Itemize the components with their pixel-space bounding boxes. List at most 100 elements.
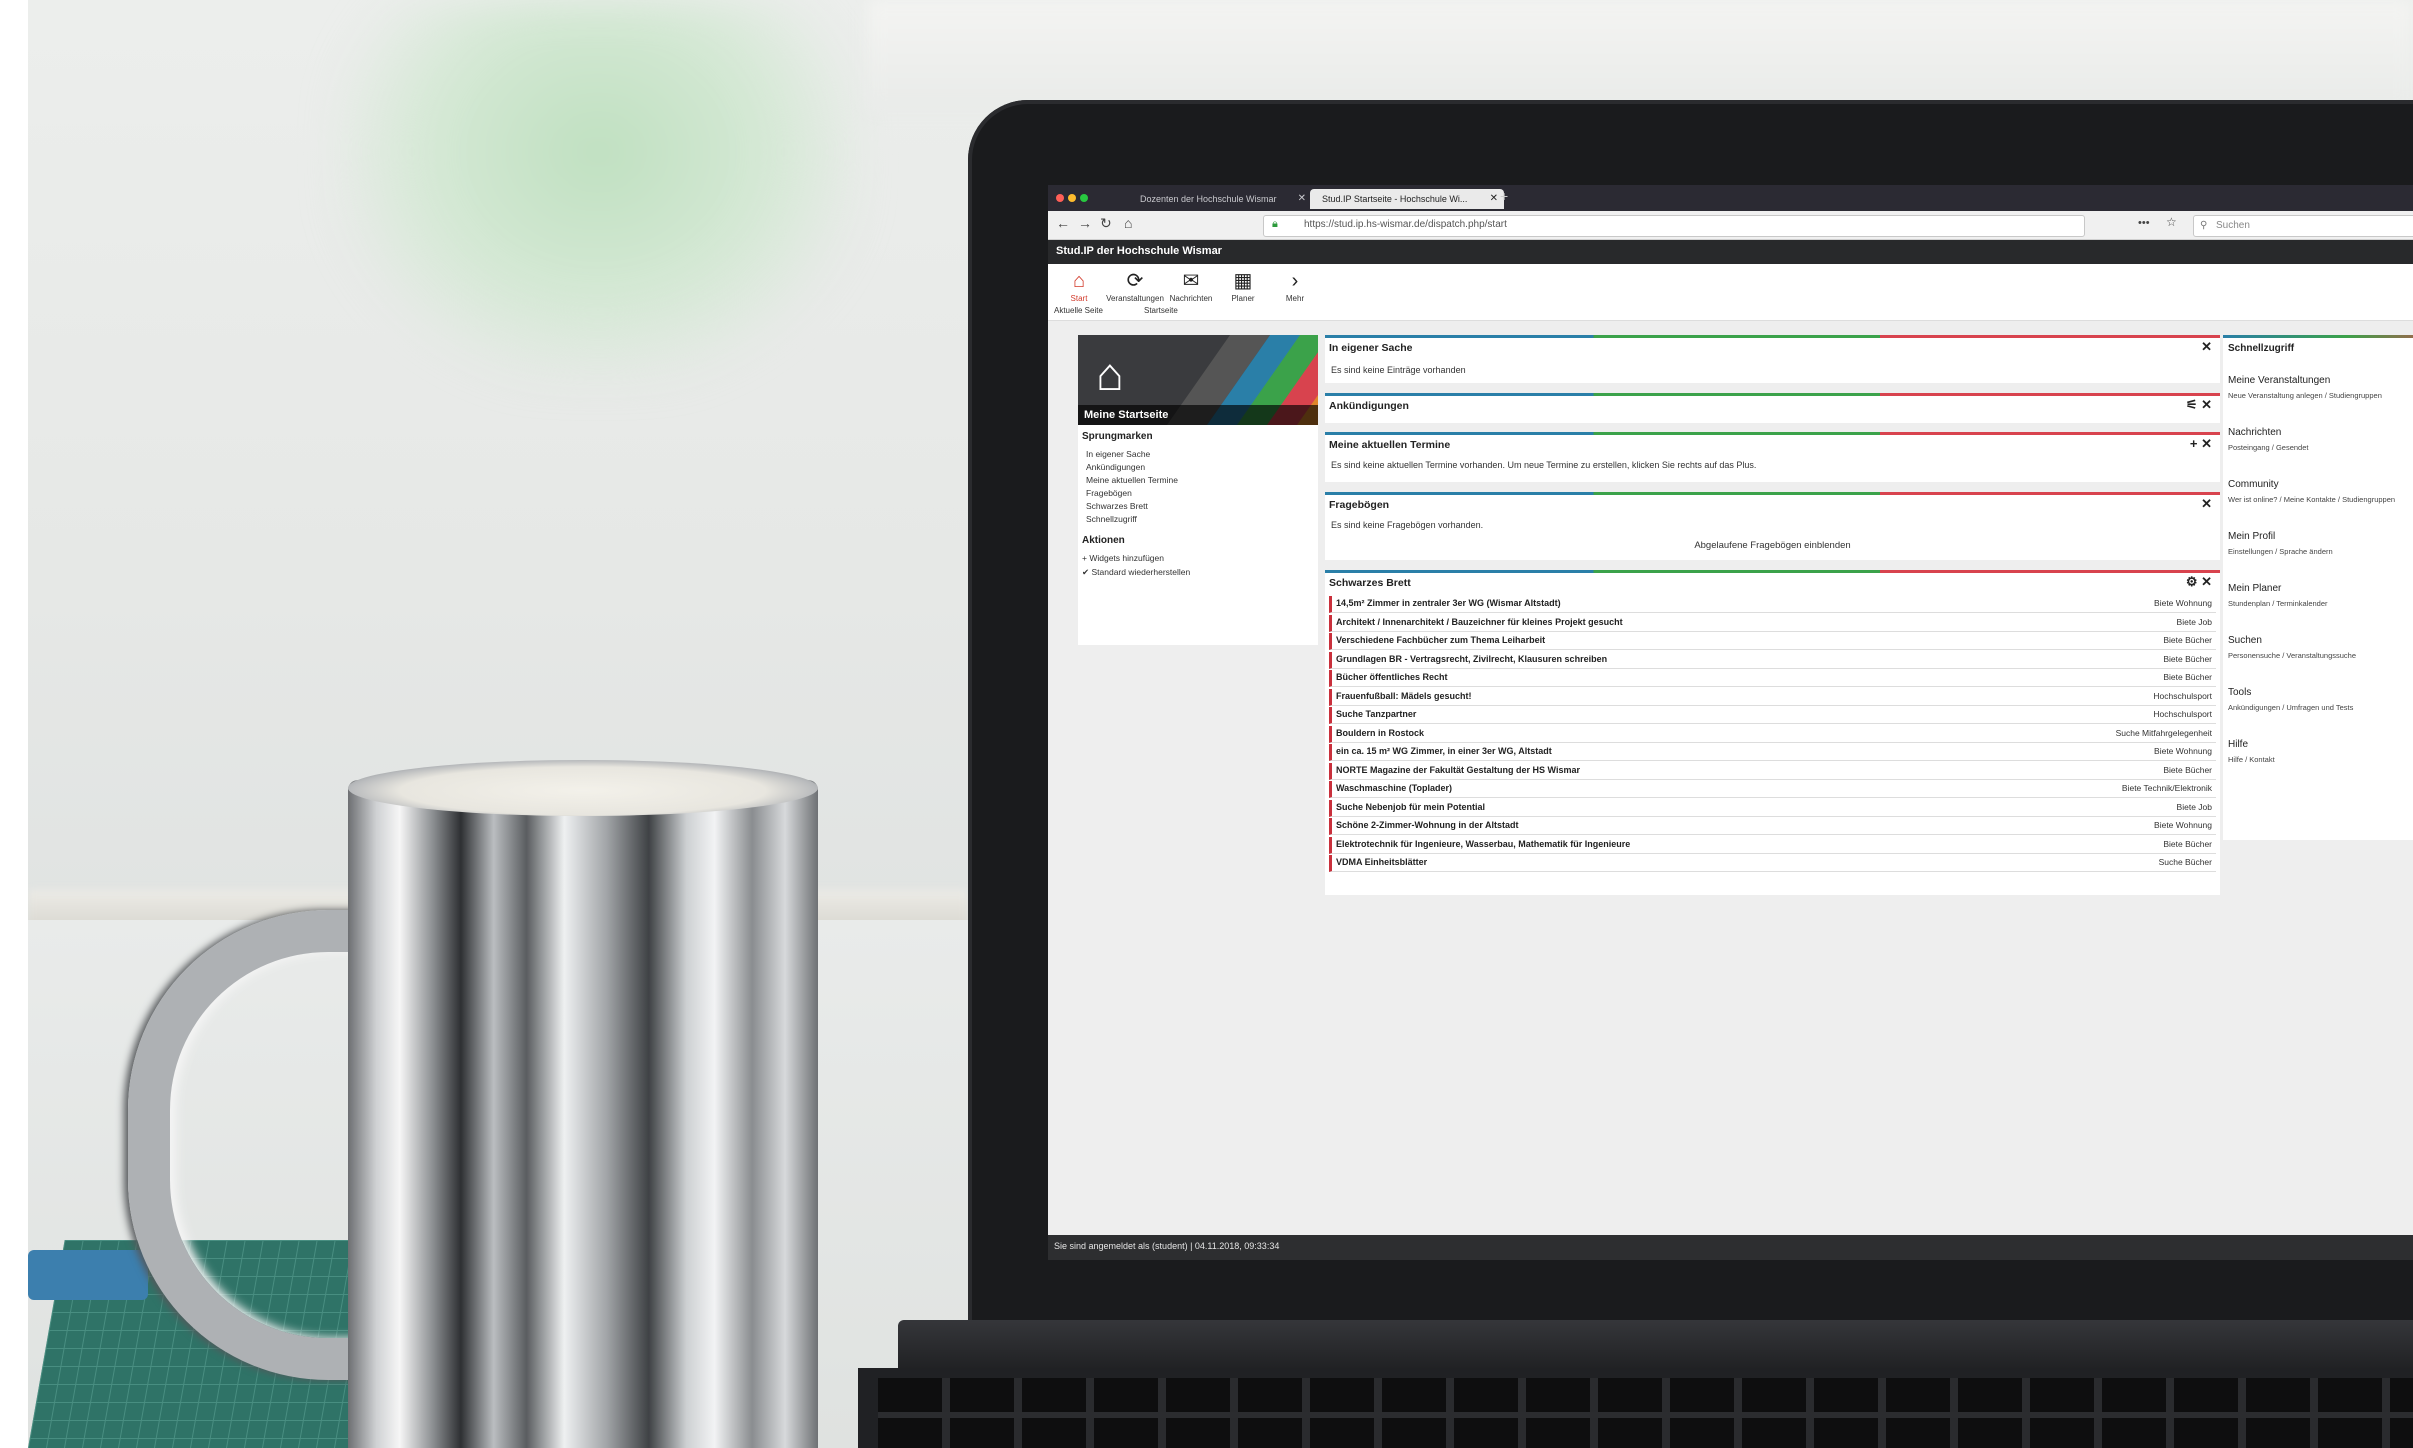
quick-access-sublinks[interactable]: Wer ist online? / Meine Kontakte / Studi… bbox=[2228, 495, 2395, 504]
board-row[interactable]: Bücher öffentliches Recht Biete Bücher bbox=[1329, 670, 2216, 687]
quick-access-link[interactable]: Mein Profil bbox=[2228, 531, 2275, 542]
window-minimize-dot[interactable] bbox=[1068, 194, 1076, 202]
mug-rim bbox=[348, 760, 818, 816]
jump-link[interactable]: In eigener Sache bbox=[1086, 449, 1150, 459]
laptop-keyboard bbox=[858, 1368, 2413, 1448]
add-close-icon[interactable]: + ✕ bbox=[2190, 436, 2212, 452]
bookmark-star-icon[interactable]: ☆ bbox=[2166, 215, 2177, 229]
board-row[interactable]: Architekt / Innenarchitekt / Bauzeichner… bbox=[1329, 614, 2216, 632]
widget-title: Schwarzes Brett bbox=[1329, 577, 1411, 589]
browser-tab-bar: Dozenten der Hochschule Wismar ✕ Stud.IP… bbox=[1048, 185, 2413, 211]
board-row-title: Frauenfußball: Mädels gesucht! bbox=[1336, 690, 1472, 701]
quick-access-link[interactable]: Meine Veranstaltungen bbox=[2228, 375, 2330, 386]
board-row[interactable]: Schöne 2-Zimmer-Wohnung in der Altstadt B… bbox=[1329, 818, 2216, 835]
close-icon[interactable]: ✕ bbox=[2201, 496, 2212, 512]
board-row[interactable]: NORTE Magazine der Fakultät Gestaltung d… bbox=[1329, 762, 2216, 780]
browser-tab-label: Dozenten der Hochschule Wismar bbox=[1140, 194, 1277, 204]
board-row-category: Biete Wohnung bbox=[2154, 746, 2212, 756]
jump-link[interactable]: Schwarzes Brett bbox=[1086, 501, 1148, 511]
restore-default-button[interactable]: ✔ Standard wiederherstellen bbox=[1082, 567, 1190, 578]
quick-access-link[interactable]: Tools bbox=[2228, 687, 2251, 698]
board-row[interactable]: Bouldern in Rostock Suche Mitfahrgelegenh… bbox=[1329, 725, 2216, 743]
board-row[interactable]: ein ca. 15 m² WG Zimmer, in einer 3er WG… bbox=[1329, 744, 2216, 761]
laptop: Dozenten der Hochschule Wismar ✕ Stud.IP… bbox=[858, 100, 2413, 1448]
window-close-dot[interactable] bbox=[1056, 194, 1064, 202]
home-icon[interactable]: ⌂ bbox=[1124, 215, 1132, 231]
tab-close-icon[interactable]: ✕ bbox=[1490, 189, 1498, 209]
board-row-title: Bouldern in Rostock bbox=[1336, 727, 1425, 738]
quick-access-link[interactable]: Hilfe bbox=[2228, 739, 2248, 750]
add-widget-button[interactable]: + Widgets hinzufügen bbox=[1082, 553, 1164, 563]
sidebar: ⌂ Meine Startseite Sprungmarken In eigen… bbox=[1078, 335, 1318, 645]
quick-access-sublinks[interactable]: Hilfe / Kontakt bbox=[2228, 755, 2275, 764]
quick-access-title: Schnellzugriff bbox=[2228, 343, 2295, 354]
board-row-category: Biete Job bbox=[2176, 801, 2212, 812]
browser-tab-2[interactable]: Stud.IP Startseite - Hochschule Wi... ✕ bbox=[1310, 189, 1504, 209]
rss-close-icon[interactable]: ⚟ ✕ bbox=[2186, 397, 2212, 413]
new-tab-icon[interactable]: + bbox=[1500, 188, 1508, 204]
board-row[interactable]: Verschiedene Fachbücher zum Thema Leihar… bbox=[1329, 633, 2216, 650]
address-bar[interactable]: 🔒︎ https://stud.ip.hs-wismar.de/dispatch… bbox=[1263, 215, 2085, 237]
board-row[interactable]: 14,5m² Zimmer in zentraler 3er WG (Wisma… bbox=[1329, 596, 2216, 613]
subnav-current[interactable]: Aktuelle Seite bbox=[1054, 306, 1103, 315]
board-row-title: ein ca. 15 m² WG Zimmer, in einer 3er WG… bbox=[1336, 746, 1552, 756]
board-row[interactable]: Elektrotechnik für Ingenieure, Wasserbau… bbox=[1329, 836, 2216, 854]
widget-empty-text: Es sind keine Fragebögen vorhanden. bbox=[1331, 520, 1484, 530]
app-main-nav: ⌂ Start ⟳ Veranstaltungen ✉ Nachrichten … bbox=[1048, 264, 2413, 321]
board-row-title: VDMA Einheitsblätter bbox=[1336, 857, 1428, 867]
board-row-category: Hochschulsport bbox=[2153, 690, 2212, 701]
sidebar-banner: ⌂ Meine Startseite bbox=[1078, 335, 1318, 425]
browser-tab-1[interactable]: Dozenten der Hochschule Wismar ✕ bbox=[1128, 189, 1312, 209]
jump-link[interactable]: Schnellzugriff bbox=[1086, 514, 1137, 524]
quick-access-link[interactable]: Community bbox=[2228, 479, 2279, 490]
reload-icon[interactable]: ↻ bbox=[1100, 215, 1112, 232]
close-icon[interactable]: ✕ bbox=[2201, 339, 2212, 355]
board-row[interactable]: VDMA Einheitsblätter Suche Bücher bbox=[1329, 855, 2216, 872]
widget-title: In eigener Sache bbox=[1329, 342, 1413, 354]
widget-own: In eigener Sache ✕ Es sind keine Einträg… bbox=[1325, 335, 2220, 383]
nav-more[interactable]: › Mehr bbox=[1260, 268, 1330, 303]
sidebar-title: Meine Startseite bbox=[1078, 405, 1318, 425]
forward-icon[interactable]: → bbox=[1078, 215, 1092, 231]
search-icon: ⚲ bbox=[2200, 220, 2208, 231]
board-row[interactable]: Suche Tanzpartner Hochschulsport bbox=[1329, 707, 2216, 724]
jump-link[interactable]: Fragebögen bbox=[1086, 488, 1132, 498]
quick-access-sublinks[interactable]: Stundenplan / Terminkalender bbox=[2228, 599, 2328, 608]
back-icon[interactable]: ← bbox=[1056, 215, 1070, 231]
board-row-category: Biete Bücher bbox=[2163, 764, 2212, 775]
widget-title: Meine aktuellen Termine bbox=[1329, 439, 1451, 451]
quick-access-sublinks[interactable]: Einstellungen / Sprache ändern bbox=[2228, 547, 2333, 556]
widget-title: Fragebögen bbox=[1329, 499, 1390, 511]
quick-access-link[interactable]: Nachrichten bbox=[2228, 427, 2281, 438]
actions-heading: Aktionen bbox=[1082, 535, 1125, 546]
board-row-title: Schöne 2-Zimmer-Wohnung in der Altstadt bbox=[1336, 820, 1519, 830]
login-status: Sie sind angemeldet als (student) | 04.1… bbox=[1054, 1241, 1280, 1251]
settings-close-icon[interactable]: ⚙ ✕ bbox=[2186, 574, 2212, 590]
jump-heading: Sprungmarken bbox=[1082, 431, 1153, 442]
board-row-category: Hochschulsport bbox=[2153, 709, 2212, 719]
board-row[interactable]: Frauenfußball: Mädels gesucht! Hochschuls… bbox=[1329, 688, 2216, 706]
board-row[interactable]: Waschmaschine (Toplader) Biete Technik/El… bbox=[1329, 781, 2216, 798]
quick-access-sublinks[interactable]: Neue Veranstaltung anlegen / Studiengrup… bbox=[2228, 391, 2382, 400]
jump-link[interactable]: Meine aktuellen Termine bbox=[1086, 475, 1178, 485]
quick-access-sublinks[interactable]: Posteingang / Gesendet bbox=[2228, 443, 2308, 452]
quick-access-sublinks[interactable]: Ankündigungen / Umfragen und Tests bbox=[2228, 703, 2353, 712]
window-zoom-dot[interactable] bbox=[1080, 194, 1088, 202]
quick-access-link[interactable]: Mein Planer bbox=[2228, 583, 2281, 594]
app-brand-bar: Stud.IP der Hochschule Wismar bbox=[1048, 240, 2413, 264]
board-row[interactable]: Grundlagen BR - Vertragsrecht, Zivilrech… bbox=[1329, 651, 2216, 669]
subnav-start[interactable]: Startseite bbox=[1144, 306, 1178, 315]
board-row-title: Elektrotechnik für Ingenieure, Wasserbau… bbox=[1336, 838, 1631, 849]
tab-close-icon[interactable]: ✕ bbox=[1298, 189, 1306, 209]
quick-access-sublinks[interactable]: Personensuche / Veranstaltungssuche bbox=[2228, 651, 2356, 660]
browser-search-input[interactable]: ⚲ Suchen bbox=[2193, 215, 2413, 237]
jump-link[interactable]: Ankündigungen bbox=[1086, 462, 1145, 472]
mug-body bbox=[348, 780, 818, 1448]
board-row-title: Suche Nebenjob für mein Potential bbox=[1336, 801, 1486, 812]
show-expired-surveys-link[interactable]: Abgelaufene Fragebögen einblenden bbox=[1325, 540, 2220, 551]
board-row-title: Verschiedene Fachbücher zum Thema Leihar… bbox=[1336, 635, 1546, 645]
board-row[interactable]: Suche Nebenjob für mein Potential Biete J… bbox=[1329, 799, 2216, 817]
more-icon[interactable]: ••• bbox=[2138, 217, 2150, 229]
quick-access-link[interactable]: Suchen bbox=[2228, 635, 2262, 646]
widget-dates: Meine aktuellen Termine + ✕ Es sind kein… bbox=[1325, 432, 2220, 482]
